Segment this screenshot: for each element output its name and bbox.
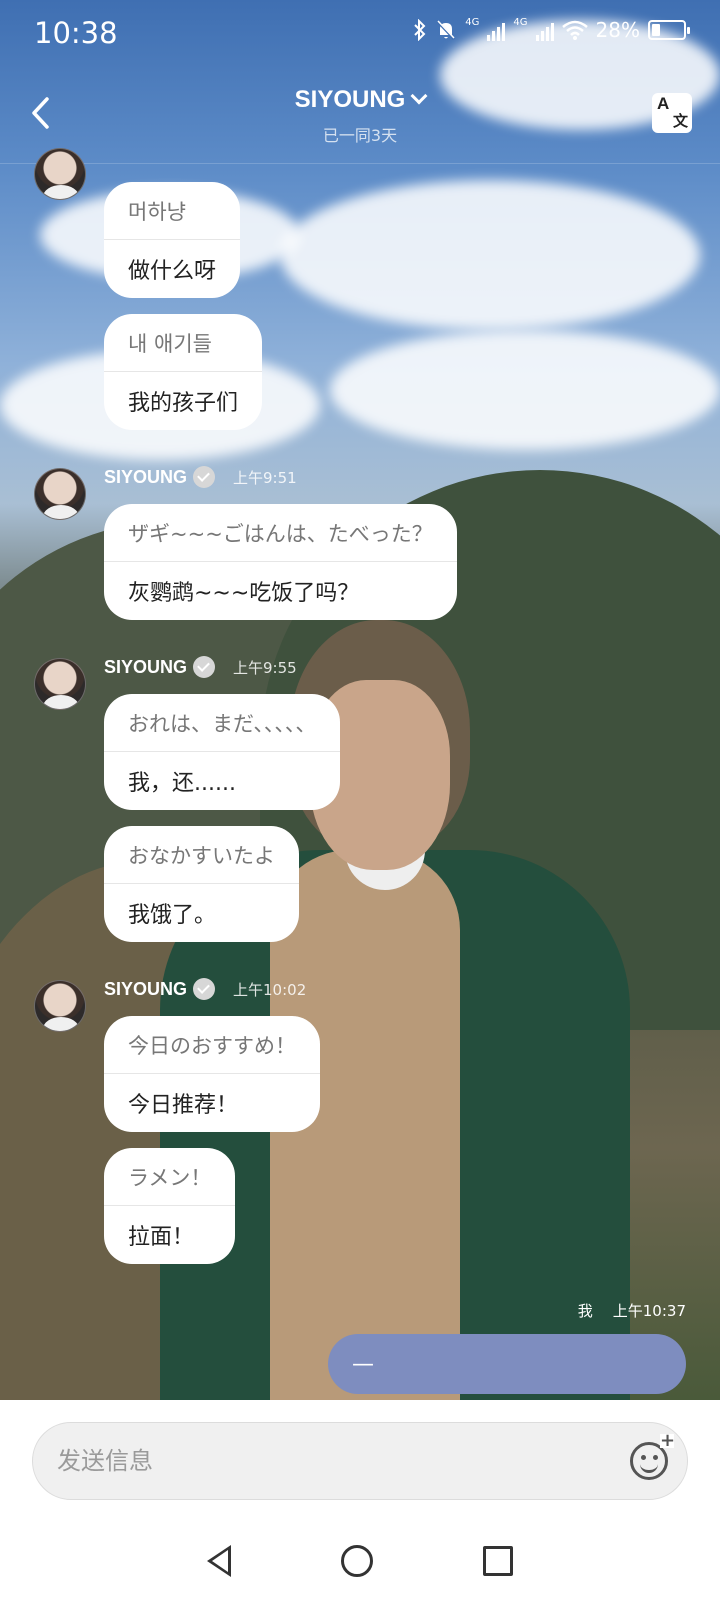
message-sender-row: SIYOUNG 上午10:02 [104,978,306,1000]
avatar[interactable] [34,980,86,1032]
chevron-down-icon [410,87,428,105]
message-bubble[interactable]: おなかすいたよ 我饿了。 [104,826,299,942]
message-bubble[interactable]: 머하냥 做什么呀 [104,182,241,298]
message-translation: 做什么呀 [128,259,217,284]
message-translation: 我，还...... [128,771,236,796]
battery-icon [648,20,690,40]
my-message-meta: 我 上午10:37 [578,1300,686,1321]
contact-name: SIYOUNG [294,86,406,113]
translate-icon-secondary: 文 [672,113,688,130]
message-original: ザギ~~~ごはんは、たべった？ [104,504,457,562]
wifi-icon [561,20,588,40]
message-time: 上午9:55 [233,658,297,677]
message-translation: 我饿了。 [128,903,217,928]
my-message-text: — [352,1351,374,1377]
translate-icon: A [657,94,670,113]
signal-icon [487,19,506,41]
message-sender-row: SIYOUNG 上午9:51 [104,466,297,488]
network-type-2: 4G [513,16,528,28]
message-translation: 今日推荐！ [128,1093,239,1118]
avatar[interactable] [34,658,86,710]
message-bubble[interactable]: おれは、まだ、、、、、 我，还...... [104,694,341,810]
message-sender-row: SIYOUNG 上午9:55 [104,656,297,678]
bluetooth-icon [414,19,426,41]
status-bar: 10:38 4G 4G 28% [0,0,720,68]
verified-badge-icon [193,978,216,1000]
my-sender-label: 我 [577,1302,593,1320]
sender-name: SIYOUNG [104,466,188,487]
avatar[interactable] [34,468,86,520]
composer: + [0,1400,720,1522]
my-message-time: 上午10:37 [612,1302,686,1320]
verified-badge-icon [193,466,216,488]
message-translation: 我的孩子们 [128,391,239,416]
my-message-bubble[interactable]: — [328,1334,686,1394]
status-time: 10:38 [34,16,118,50]
message-original: 머하냥 [104,182,241,240]
message-original: 今日のおすすめ！ [104,1016,320,1074]
message-bubble[interactable]: 今日のおすすめ！ 今日推荐！ [104,1016,320,1132]
message-original: 내 애기들 [104,314,263,372]
nav-home-icon[interactable] [341,1545,373,1577]
message-translation: 灰鹦鹉~~~吃饭了吗？ [128,581,360,606]
message-original: ラメン！ [104,1148,236,1206]
chat-header: SIYOUNG 已一同3天 A 文 [0,68,720,164]
status-icons: 4G 4G 28% [413,16,690,42]
message-time: 上午10:02 [233,980,307,999]
translate-button[interactable]: A 文 [652,93,692,133]
battery-percent: 28% [595,18,640,42]
message-time: 上午9:51 [233,468,297,487]
sender-name: SIYOUNG [104,656,188,677]
nav-back-icon[interactable] [207,1545,231,1577]
message-original: おれは、まだ、、、、、 [104,694,341,752]
emoji-plus-mark: + [660,1430,676,1451]
verified-badge-icon [193,656,216,678]
chat-title[interactable]: SIYOUNG [0,86,720,114]
nav-recents-icon[interactable] [483,1546,513,1576]
bell-muted-icon [437,20,456,40]
sender-name: SIYOUNG [104,978,188,999]
message-bubble[interactable]: 내 애기들 我的孩子们 [104,314,263,430]
system-nav-bar [0,1522,720,1600]
message-bubble[interactable]: ラメン！ 拉面！ [104,1148,236,1264]
together-days: 已一同3天 [322,126,398,145]
avatar[interactable] [34,148,86,200]
message-input[interactable] [32,1422,688,1500]
message-original: おなかすいたよ [104,826,299,884]
signal-icon [535,19,554,41]
message-bubble[interactable]: ザギ~~~ごはんは、たべった？ 灰鹦鹉~~~吃饭了吗？ [104,504,457,620]
network-type-1: 4G [465,16,480,28]
message-translation: 拉面！ [128,1225,195,1250]
